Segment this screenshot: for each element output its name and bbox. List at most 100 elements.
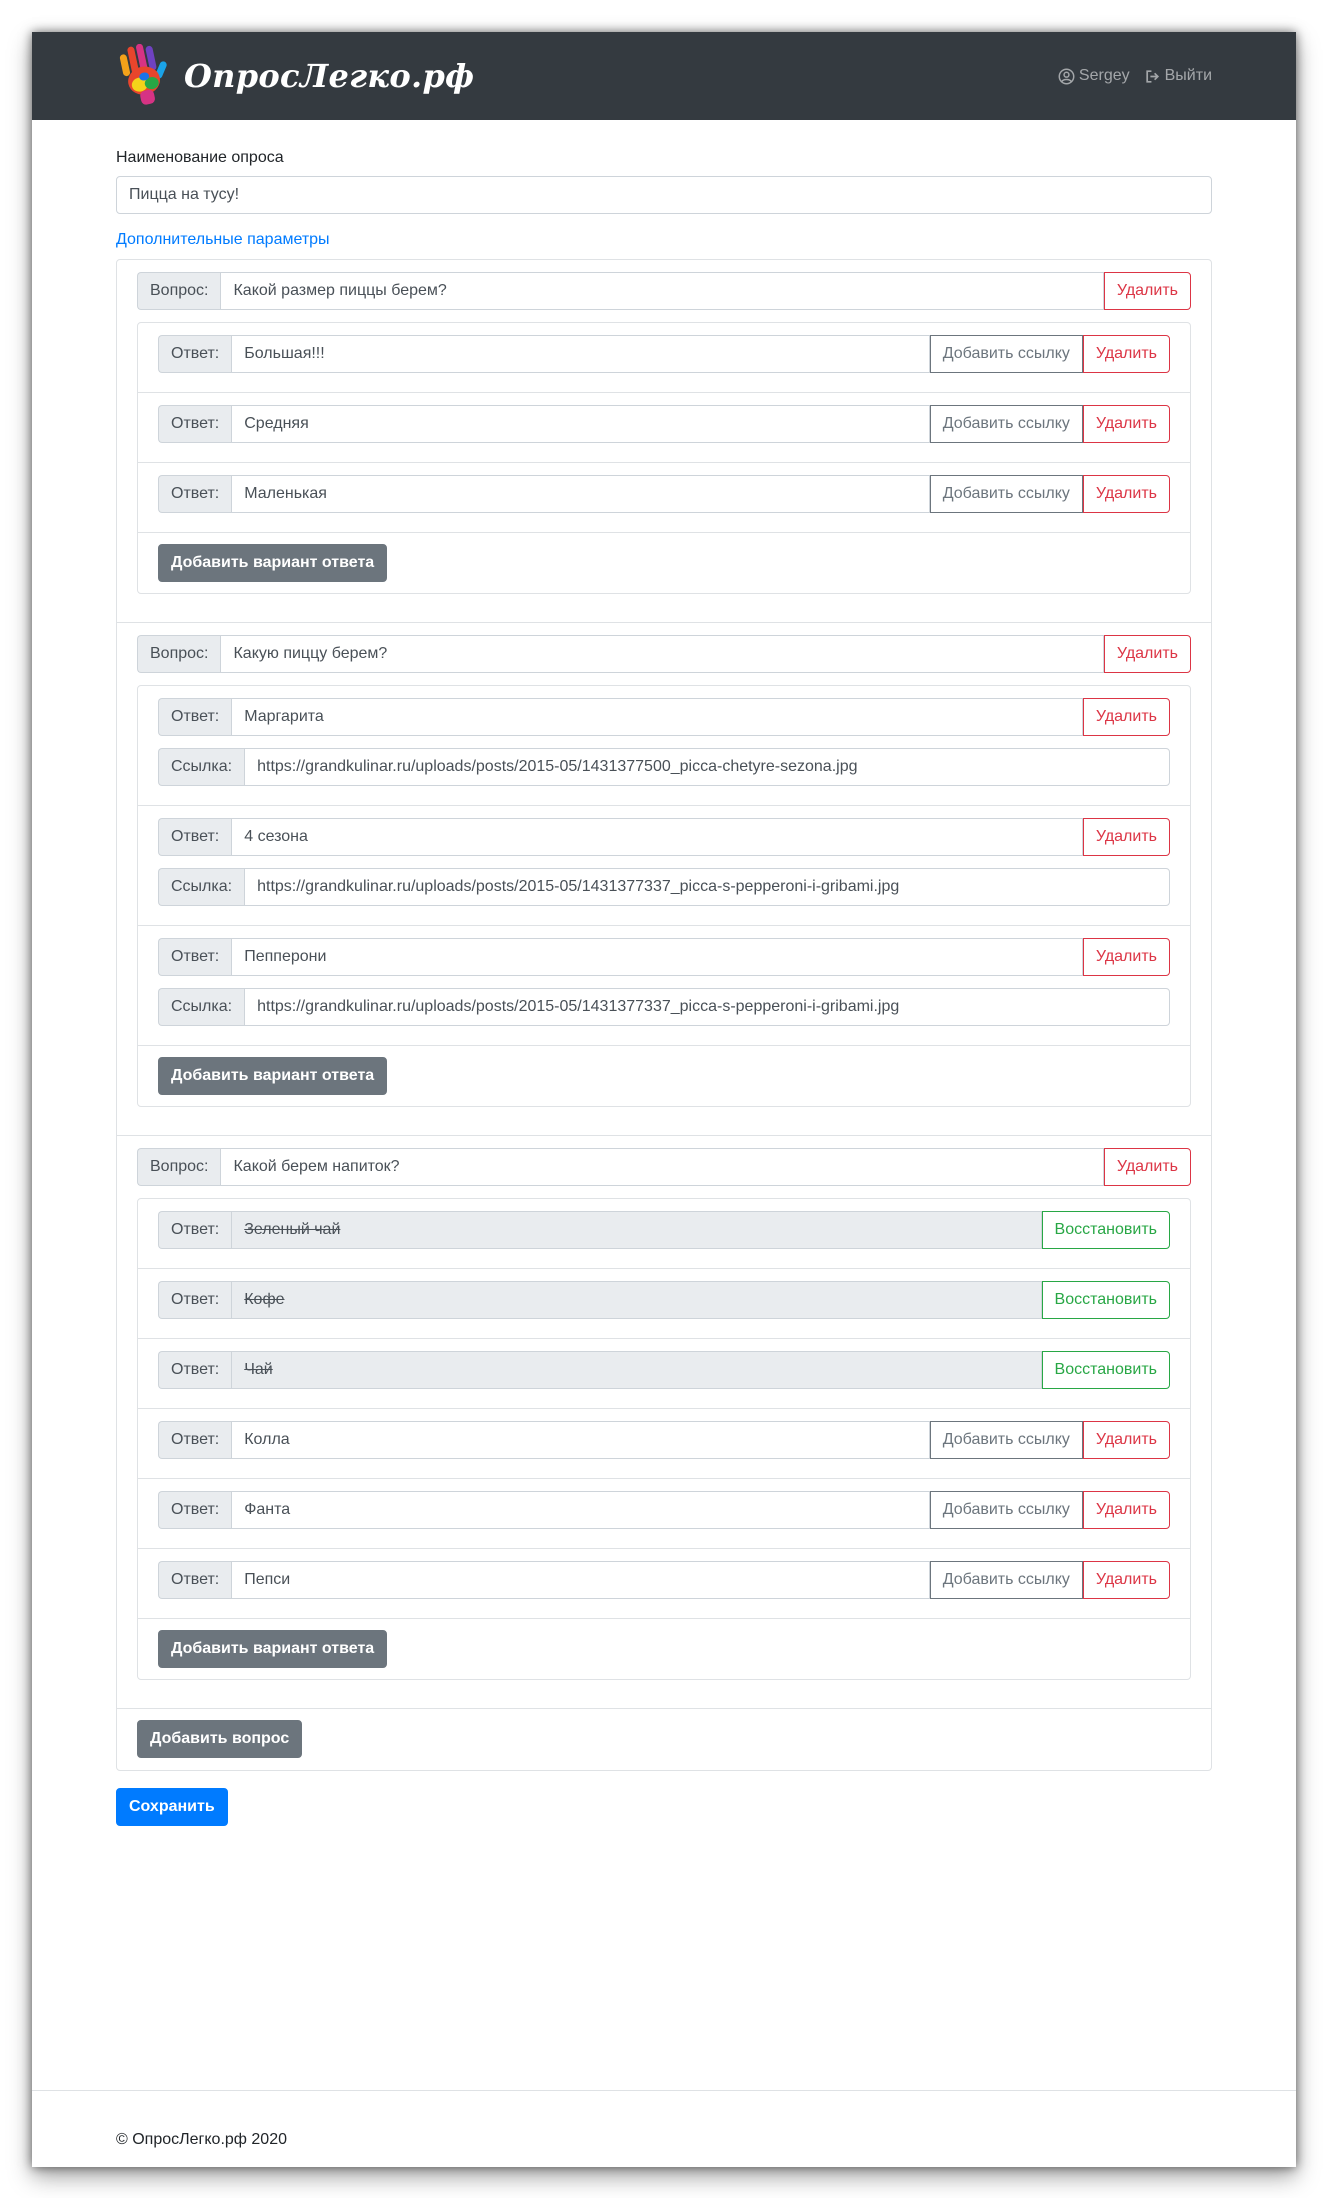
delete-answer-button[interactable]: Удалить bbox=[1082, 938, 1170, 976]
question-prefix: Вопрос: bbox=[137, 635, 221, 673]
question-row: Вопрос: Какой размер пиццы берем? Удалить bbox=[137, 272, 1191, 310]
answer-prefix: Ответ: bbox=[158, 1211, 232, 1249]
answer-item: Ответ: Фанта Добавить ссылку Удалить bbox=[138, 1479, 1190, 1549]
question-input[interactable]: Какой берем напиток? bbox=[220, 1148, 1104, 1186]
answer-prefix: Ответ: bbox=[158, 698, 232, 736]
restore-answer-button[interactable]: Восстановить bbox=[1041, 1351, 1170, 1389]
delete-answer-button[interactable]: Удалить bbox=[1082, 475, 1170, 513]
delete-answer-button[interactable]: Удалить bbox=[1082, 1421, 1170, 1459]
answer-item: Ответ: Большая!!! Добавить ссылку Удалить bbox=[138, 323, 1190, 393]
answer-row: Ответ: Большая!!! Добавить ссылку Удалить bbox=[158, 335, 1170, 373]
answer-prefix: Ответ: bbox=[158, 405, 232, 443]
answer-input[interactable]: Маргарита bbox=[231, 698, 1083, 736]
answers-footer: Добавить вариант ответа bbox=[138, 1046, 1190, 1106]
brand[interactable]: ОпросЛегко.рф bbox=[116, 44, 474, 108]
answers-footer: Добавить вариант ответа bbox=[138, 1619, 1190, 1679]
answer-input[interactable]: Фанта bbox=[231, 1491, 930, 1529]
answer-row: Ответ: Кофе Восстановить bbox=[158, 1281, 1170, 1319]
logout-link[interactable]: Выйти bbox=[1144, 67, 1212, 85]
question-row: Вопрос: Какой берем напиток? Удалить bbox=[137, 1148, 1191, 1186]
questions-footer: Добавить вопрос bbox=[117, 1709, 1211, 1770]
question-input[interactable]: Какой размер пиццы берем? bbox=[220, 272, 1104, 310]
answer-item: Ответ: Кофе Восстановить bbox=[138, 1269, 1190, 1339]
add-link-button[interactable]: Добавить ссылку bbox=[929, 405, 1083, 443]
answer-prefix: Ответ: bbox=[158, 1351, 232, 1389]
link-prefix: Ссылка: bbox=[158, 988, 245, 1026]
restore-answer-button[interactable]: Восстановить bbox=[1041, 1211, 1170, 1249]
survey-name-label: Наименование опроса bbox=[116, 149, 284, 166]
delete-answer-button[interactable]: Удалить bbox=[1082, 1491, 1170, 1529]
add-link-button[interactable]: Добавить ссылку bbox=[929, 1561, 1083, 1599]
app-window: ОпросЛегко.рф Sergey Выйти Наименование bbox=[32, 32, 1296, 2167]
link-input[interactable]: https://grandkulinar.ru/uploads/posts/20… bbox=[244, 748, 1170, 786]
question-row: Вопрос: Какую пиццу берем? Удалить bbox=[137, 635, 1191, 673]
add-link-button[interactable]: Добавить ссылку bbox=[929, 475, 1083, 513]
answer-input[interactable]: 4 сезона bbox=[231, 818, 1083, 856]
answer-item: Ответ: Пепперони Удалить Ссылка: https://gra… bbox=[138, 926, 1190, 1046]
answer-row: Ответ: Зеленый чай Восстановить bbox=[158, 1211, 1170, 1249]
add-link-button[interactable]: Добавить ссылку bbox=[929, 1491, 1083, 1529]
delete-question-button[interactable]: Удалить bbox=[1103, 635, 1191, 673]
link-input[interactable]: https://grandkulinar.ru/uploads/posts/20… bbox=[244, 868, 1170, 906]
delete-answer-button[interactable]: Удалить bbox=[1082, 405, 1170, 443]
hand-logo-icon bbox=[119, 44, 167, 105]
restore-answer-button[interactable]: Восстановить bbox=[1041, 1281, 1170, 1319]
answer-prefix: Ответ: bbox=[158, 818, 232, 856]
question-prefix: Вопрос: bbox=[137, 272, 221, 310]
add-question-button[interactable]: Добавить вопрос bbox=[137, 1720, 303, 1758]
nav-right: Sergey Выйти bbox=[1058, 67, 1212, 85]
save-button[interactable]: Сохранить bbox=[116, 1788, 228, 1826]
answer-input[interactable]: Колла bbox=[231, 1421, 930, 1459]
link-row: Ссылка: https://grandkulinar.ru/uploads/p… bbox=[158, 868, 1170, 906]
answer-item: Ответ: Средняя Добавить ссылку Удалить bbox=[138, 393, 1190, 463]
link-row: Ссылка: https://grandkulinar.ru/uploads/p… bbox=[158, 988, 1170, 1026]
answer-row: Ответ: Маленькая Добавить ссылку Удалить bbox=[158, 475, 1170, 513]
add-link-button[interactable]: Добавить ссылку bbox=[929, 1421, 1083, 1459]
answer-prefix: Ответ: bbox=[158, 1491, 232, 1529]
answer-row: Ответ: Маргарита Удалить bbox=[158, 698, 1170, 736]
brand-name: ОпросЛегко.рф bbox=[184, 57, 475, 95]
answer-input: Зеленый чай bbox=[231, 1211, 1042, 1249]
footer: © ОпросЛегко.рф 2020 bbox=[32, 2090, 1296, 2149]
navbar: ОпросЛегко.рф Sergey Выйти bbox=[32, 32, 1296, 120]
link-row: Ссылка: https://grandkulinar.ru/uploads/p… bbox=[158, 748, 1170, 786]
answer-input[interactable]: Маленькая bbox=[231, 475, 930, 513]
delete-answer-button[interactable]: Удалить bbox=[1082, 1561, 1170, 1599]
user-link[interactable]: Sergey bbox=[1058, 67, 1130, 85]
answer-item: Ответ: Чай Восстановить bbox=[138, 1339, 1190, 1409]
delete-answer-button[interactable]: Удалить bbox=[1082, 818, 1170, 856]
answer-input[interactable]: Большая!!! bbox=[231, 335, 930, 373]
extra-params-link[interactable]: Дополнительные параметры bbox=[116, 231, 330, 249]
link-prefix: Ссылка: bbox=[158, 748, 245, 786]
answer-item: Ответ: Колла Добавить ссылку Удалить bbox=[138, 1409, 1190, 1479]
add-link-button[interactable]: Добавить ссылку bbox=[929, 335, 1083, 373]
answer-row: Ответ: Чай Восстановить bbox=[158, 1351, 1170, 1389]
answer-item: Ответ: 4 сезона Удалить Ссылка: https://gran… bbox=[138, 806, 1190, 926]
answer-item: Ответ: Маленькая Добавить ссылку Удалить bbox=[138, 463, 1190, 533]
survey-name-input[interactable]: Пицца на тусу! bbox=[116, 176, 1212, 214]
answer-item: Ответ: Пепси Добавить ссылку Удалить bbox=[138, 1549, 1190, 1619]
question-block: Вопрос: Какой размер пиццы берем? Удалить О… bbox=[117, 260, 1211, 623]
delete-question-button[interactable]: Удалить bbox=[1103, 272, 1191, 310]
answer-row: Ответ: Пепси Добавить ссылку Удалить bbox=[158, 1561, 1170, 1599]
link-input[interactable]: https://grandkulinar.ru/uploads/posts/20… bbox=[244, 988, 1170, 1026]
answer-row: Ответ: Фанта Добавить ссылку Удалить bbox=[158, 1491, 1170, 1529]
add-answer-button[interactable]: Добавить вариант ответа bbox=[158, 1630, 388, 1668]
question-prefix: Вопрос: bbox=[137, 1148, 221, 1186]
delete-answer-button[interactable]: Удалить bbox=[1082, 698, 1170, 736]
answers-list: Ответ: Большая!!! Добавить ссылку Удалить От… bbox=[137, 322, 1191, 594]
answer-input[interactable]: Пепперони bbox=[231, 938, 1083, 976]
add-answer-button[interactable]: Добавить вариант ответа bbox=[158, 1057, 388, 1095]
answer-prefix: Ответ: bbox=[158, 475, 232, 513]
answer-item: Ответ: Зеленый чай Восстановить bbox=[138, 1199, 1190, 1269]
answers-list: Ответ: Маргарита Удалить Ссылка: https://gra… bbox=[137, 685, 1191, 1107]
delete-question-button[interactable]: Удалить bbox=[1103, 1148, 1191, 1186]
delete-answer-button[interactable]: Удалить bbox=[1082, 335, 1170, 373]
link-prefix: Ссылка: bbox=[158, 868, 245, 906]
answer-input[interactable]: Пепси bbox=[231, 1561, 930, 1599]
logout-label: Выйти bbox=[1164, 67, 1212, 84]
answer-input[interactable]: Средняя bbox=[231, 405, 930, 443]
answer-prefix: Ответ: bbox=[158, 1421, 232, 1459]
add-answer-button[interactable]: Добавить вариант ответа bbox=[158, 544, 388, 582]
question-input[interactable]: Какую пиццу берем? bbox=[220, 635, 1104, 673]
